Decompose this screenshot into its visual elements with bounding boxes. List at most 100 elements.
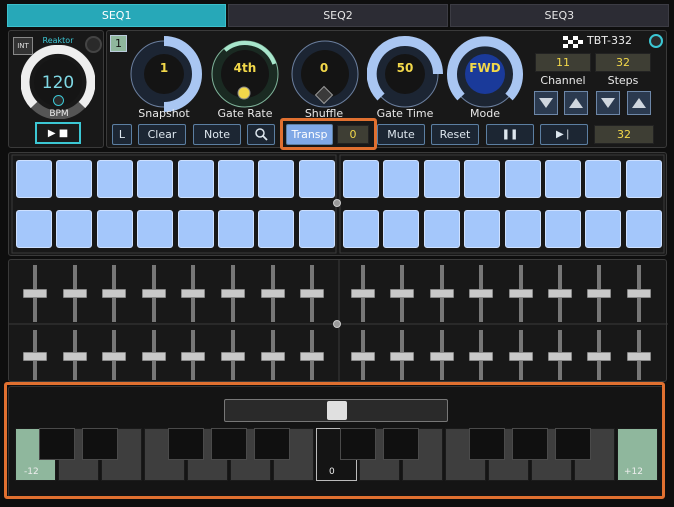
step-pad[interactable]: [258, 160, 295, 198]
steps-down-button[interactable]: [596, 91, 620, 115]
clear-button[interactable]: Clear: [138, 124, 186, 145]
step-slider-handle[interactable]: [260, 352, 285, 361]
step-pad[interactable]: [218, 160, 254, 198]
step-pad[interactable]: [585, 160, 622, 198]
step-slider-handle[interactable]: [508, 289, 533, 298]
tab-seq3[interactable]: SEQ3: [449, 4, 669, 27]
step-slider-handle[interactable]: [469, 289, 494, 298]
step-pad[interactable]: [96, 160, 133, 198]
black-key[interactable]: [82, 428, 118, 460]
note-button[interactable]: Note: [193, 124, 241, 145]
step-slider-handle[interactable]: [587, 352, 612, 361]
step-slider-handle[interactable]: [181, 352, 206, 361]
down-arrow-icon: [539, 98, 553, 108]
step-slider-handle[interactable]: [221, 352, 245, 361]
black-key[interactable]: [469, 428, 505, 460]
step-pad[interactable]: [383, 210, 420, 248]
steps-up-button[interactable]: [627, 91, 651, 115]
slot-number-badge[interactable]: 1: [110, 35, 127, 52]
step-slider-handle[interactable]: [351, 352, 375, 361]
step-pad[interactable]: [464, 160, 501, 198]
step-pad[interactable]: [625, 160, 662, 198]
mute-button[interactable]: Mute: [377, 124, 425, 145]
step-slider-handle[interactable]: [390, 289, 415, 298]
step-pad[interactable]: [545, 160, 581, 198]
step-slider-handle[interactable]: [626, 352, 651, 361]
step-slider-handle[interactable]: [548, 352, 572, 361]
transpose-button[interactable]: Transp: [286, 124, 333, 145]
step-slider-handle[interactable]: [23, 352, 47, 361]
l-button[interactable]: L: [112, 124, 132, 145]
step-slider-handle[interactable]: [62, 289, 87, 298]
tab-seq2[interactable]: SEQ2: [228, 4, 448, 27]
step-slider-handle[interactable]: [469, 352, 494, 361]
step-pad[interactable]: [218, 210, 254, 248]
down-arrow-icon: [601, 98, 615, 108]
step-pad[interactable]: [177, 160, 214, 198]
black-key[interactable]: [340, 428, 376, 460]
channel-down-button[interactable]: [534, 91, 558, 115]
step-pad[interactable]: [585, 210, 622, 248]
step-slider-handle[interactable]: [102, 289, 127, 298]
step-slider-handle[interactable]: [587, 289, 612, 298]
step-slider-handle[interactable]: [141, 352, 166, 361]
step-slider-handle[interactable]: [141, 289, 166, 298]
step-pad[interactable]: [137, 160, 174, 198]
black-key[interactable]: [555, 428, 591, 460]
keyboard-scroll-thumb[interactable]: [327, 401, 347, 420]
step-slider-handle[interactable]: [390, 352, 415, 361]
step-pad[interactable]: [423, 160, 460, 198]
keyboard-scrollbar[interactable]: [224, 399, 448, 422]
sync-led[interactable]: [649, 34, 663, 48]
step-pad[interactable]: [383, 160, 420, 198]
step-pad[interactable]: [177, 210, 214, 248]
zoom-button[interactable]: [247, 124, 275, 145]
step-slider-handle[interactable]: [429, 289, 454, 298]
black-key[interactable]: [254, 428, 290, 460]
sequencer-tabs: SEQ1 SEQ2 SEQ3: [7, 4, 669, 27]
step-slider-handle[interactable]: [508, 352, 533, 361]
next-button[interactable]: ▶❘: [540, 124, 588, 145]
black-key[interactable]: [211, 428, 247, 460]
step-pad[interactable]: [298, 160, 335, 198]
black-key[interactable]: [512, 428, 548, 460]
step-pad[interactable]: [625, 210, 662, 248]
step-pad[interactable]: [298, 210, 335, 248]
black-key[interactable]: [383, 428, 419, 460]
black-key[interactable]: [39, 428, 75, 460]
step-slider-handle[interactable]: [429, 352, 454, 361]
step-pad[interactable]: [56, 210, 93, 248]
mode-label: Mode: [470, 107, 500, 120]
step-pad[interactable]: [343, 210, 379, 248]
step-pad[interactable]: [504, 160, 541, 198]
step-pad[interactable]: [464, 210, 501, 248]
reset-button[interactable]: Reset: [431, 124, 479, 145]
step-slider-handle[interactable]: [23, 289, 47, 298]
step-pad[interactable]: [56, 160, 93, 198]
step-slider-handle[interactable]: [221, 289, 245, 298]
step-pad[interactable]: [16, 160, 52, 198]
black-key[interactable]: [168, 428, 204, 460]
step-pad[interactable]: [16, 210, 52, 248]
channel-up-button[interactable]: [564, 91, 588, 115]
play-stop-button[interactable]: ▶ ■: [35, 122, 81, 144]
step-slider-handle[interactable]: [260, 289, 285, 298]
step-pad[interactable]: [545, 210, 581, 248]
step-slider-handle[interactable]: [62, 352, 87, 361]
step-slider-handle[interactable]: [102, 352, 127, 361]
step-pad[interactable]: [137, 210, 174, 248]
step-slider-handle[interactable]: [300, 352, 325, 361]
step-pad[interactable]: [258, 210, 295, 248]
step-pad[interactable]: [96, 210, 133, 248]
step-pad[interactable]: [423, 210, 460, 248]
step-slider-handle[interactable]: [181, 289, 206, 298]
step-slider-handle[interactable]: [548, 289, 572, 298]
step-pad[interactable]: [504, 210, 541, 248]
shuffle-label: Shuffle: [304, 107, 344, 120]
tab-seq1[interactable]: SEQ1: [7, 4, 227, 27]
pause-button[interactable]: ❚❚: [486, 124, 534, 145]
step-slider-handle[interactable]: [300, 289, 325, 298]
step-pad[interactable]: [343, 160, 379, 198]
step-slider-handle[interactable]: [626, 289, 651, 298]
step-slider-handle[interactable]: [351, 289, 375, 298]
